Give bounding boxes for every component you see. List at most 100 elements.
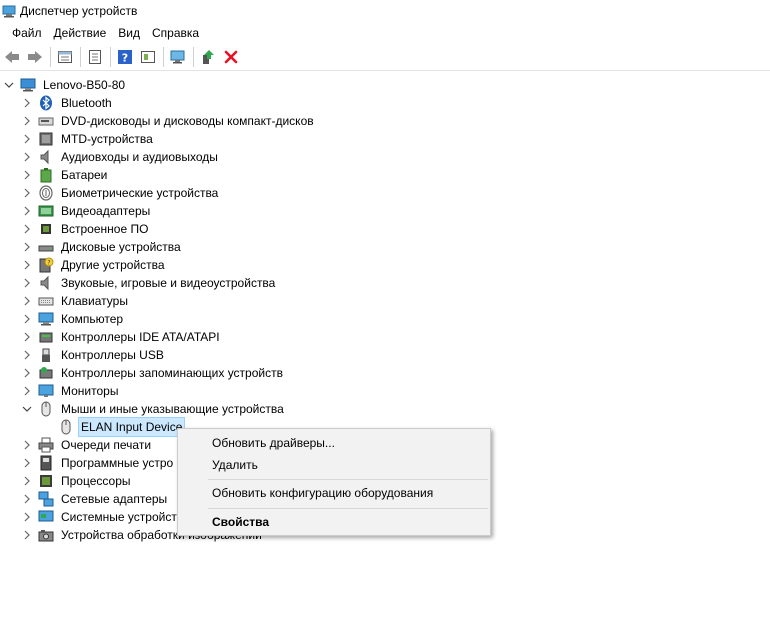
fingerprint-icon — [38, 185, 54, 201]
chevron-right-icon[interactable] — [20, 328, 34, 346]
tree-category-sound[interactable]: Звуковые, игровые и видеоустройства — [20, 274, 277, 292]
tree-category-print-queues[interactable]: Очереди печати — [20, 436, 153, 454]
tree-category-label: MTD-устройства — [61, 132, 153, 146]
uninstall-button[interactable] — [220, 46, 242, 68]
tree-category-computer[interactable]: Компьютер — [20, 310, 125, 328]
processor-icon — [38, 473, 54, 489]
menu-update-driver[interactable]: Обновить драйверы... — [179, 432, 489, 454]
chevron-right-icon[interactable] — [20, 256, 34, 274]
window-title: Диспетчер устройств — [20, 4, 138, 18]
chevron-right-icon[interactable] — [20, 274, 34, 292]
tree-category-label: Мыши и иные указывающие устройства — [61, 402, 284, 416]
view-button[interactable] — [137, 46, 159, 68]
software-device-icon — [38, 455, 54, 471]
tree-category-usb[interactable]: Контроллеры USB — [20, 346, 166, 364]
chevron-right-icon[interactable] — [20, 220, 34, 238]
list-view-button[interactable] — [84, 46, 106, 68]
tree-category-display-adapters[interactable]: Видеоадаптеры — [20, 202, 152, 220]
menu-view[interactable]: Вид — [112, 23, 146, 43]
chevron-right-icon[interactable] — [20, 166, 34, 184]
menu-scan-hardware[interactable]: Обновить конфигурацию оборудования — [179, 482, 489, 504]
chevron-right-icon[interactable] — [20, 130, 34, 148]
tree-category-ide[interactable]: Контроллеры IDE ATA/ATAPI — [20, 328, 222, 346]
mouse-icon — [58, 419, 74, 435]
network-adapter-icon — [38, 491, 54, 507]
chevron-right-icon[interactable] — [20, 490, 34, 508]
uninstall-icon — [224, 50, 238, 64]
tree-category-software-devices[interactable]: Программные устро — [20, 454, 175, 472]
tree-category-label: Другие устройства — [61, 258, 165, 272]
menu-action[interactable]: Действие — [48, 23, 113, 43]
menu-uninstall-device[interactable]: Удалить — [179, 454, 489, 476]
tree-category-label: Контроллеры IDE ATA/ATAPI — [61, 330, 220, 344]
tree-category-firmware[interactable]: Встроенное ПО — [20, 220, 150, 238]
menu-properties[interactable]: Свойства — [179, 511, 489, 533]
unknown-device-icon: ? — [38, 257, 54, 273]
menu-file[interactable]: Файл — [6, 23, 48, 43]
chevron-right-icon[interactable] — [20, 184, 34, 202]
tree-category-disk-drives[interactable]: Дисковые устройства — [20, 238, 183, 256]
chevron-down-icon[interactable] — [2, 76, 16, 94]
tree-root[interactable]: Lenovo-B50-80 — [2, 76, 127, 94]
toolbar-separator — [110, 47, 111, 67]
printer-icon — [38, 437, 54, 453]
update-driver-button[interactable] — [197, 46, 219, 68]
tree-category-bluetooth[interactable]: Bluetooth — [20, 94, 114, 112]
menu-separator — [208, 508, 488, 509]
tree-category-mtd[interactable]: MTD-устройства — [20, 130, 155, 148]
tree-category-label: Процессоры — [61, 474, 131, 488]
chevron-right-icon[interactable] — [20, 346, 34, 364]
tree-category-audio-io[interactable]: Аудиовходы и аудиовыходы — [20, 148, 220, 166]
chevron-right-icon[interactable] — [20, 508, 34, 526]
chevron-right-icon[interactable] — [20, 472, 34, 490]
help-button[interactable]: ? — [114, 46, 136, 68]
svg-text:?: ? — [122, 52, 128, 65]
chevron-down-icon[interactable] — [20, 400, 34, 418]
chevron-right-icon[interactable] — [20, 364, 34, 382]
dvd-drive-icon — [38, 113, 54, 129]
tree-category-system-devices[interactable]: Системные устройст — [20, 508, 179, 526]
tree-category-other-devices[interactable]: ? Другие устройства — [20, 256, 167, 274]
title-bar: Диспетчер устройств — [0, 0, 770, 22]
usb-icon — [38, 347, 54, 363]
tree-category-label: Дисковые устройства — [61, 240, 181, 254]
chevron-right-icon[interactable] — [20, 436, 34, 454]
chevron-right-icon[interactable] — [20, 382, 34, 400]
toolbar-separator — [80, 47, 81, 67]
scan-hardware-button[interactable] — [167, 46, 189, 68]
tree-category-mice[interactable]: Мыши и иные указывающие устройства — [20, 400, 286, 418]
menu-help[interactable]: Справка — [146, 23, 205, 43]
chevron-right-icon[interactable] — [20, 202, 34, 220]
tree-device-elan[interactable]: ELAN Input Device — [54, 417, 186, 437]
camera-icon — [38, 527, 54, 543]
computer-icon — [38, 311, 54, 327]
tree-category-label: Звуковые, игровые и видеоустройства — [61, 276, 276, 290]
tree-category-biometric[interactable]: Биометрические устройства — [20, 184, 220, 202]
forward-icon — [28, 51, 42, 63]
tree-category-label: Bluetooth — [61, 96, 112, 110]
mtd-device-icon — [38, 131, 54, 147]
chevron-right-icon[interactable] — [20, 94, 34, 112]
system-device-icon — [38, 509, 54, 525]
chevron-right-icon[interactable] — [20, 526, 34, 544]
chevron-right-icon[interactable] — [20, 310, 34, 328]
chevron-right-icon[interactable] — [20, 238, 34, 256]
tree-category-processors[interactable]: Процессоры — [20, 472, 133, 490]
tree-category-keyboards[interactable]: Клавиатуры — [20, 292, 130, 310]
tree-category-label: Клавиатуры — [61, 294, 128, 308]
chevron-right-icon[interactable] — [20, 454, 34, 472]
forward-button[interactable] — [24, 46, 46, 68]
svg-text:?: ? — [47, 260, 50, 267]
tree-category-batteries[interactable]: Батареи — [20, 166, 109, 184]
back-button[interactable] — [1, 46, 23, 68]
tree-category-network-adapters[interactable]: Сетевые адаптеры — [20, 490, 169, 508]
properties-button[interactable] — [54, 46, 76, 68]
tree-category-storage-controllers[interactable]: Контроллеры запоминающих устройств — [20, 364, 285, 382]
chevron-right-icon[interactable] — [20, 148, 34, 166]
tree-category-dvd[interactable]: DVD-дисководы и дисководы компакт-дисков — [20, 112, 316, 130]
tree-category-label: Контроллеры запоминающих устройств — [61, 366, 283, 380]
properties-icon — [58, 51, 72, 63]
tree-category-monitors[interactable]: Мониторы — [20, 382, 120, 400]
chevron-right-icon[interactable] — [20, 292, 34, 310]
chevron-right-icon[interactable] — [20, 112, 34, 130]
